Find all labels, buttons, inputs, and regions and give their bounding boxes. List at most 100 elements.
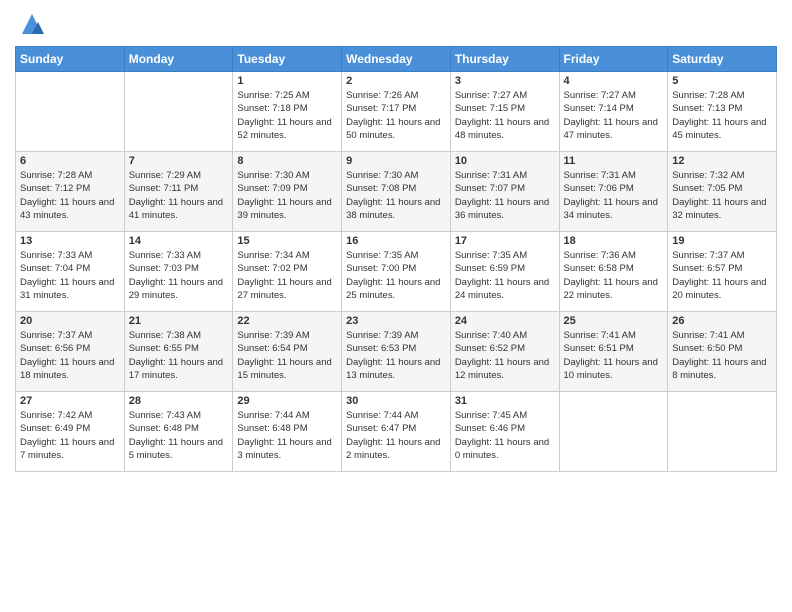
day-detail: Sunrise: 7:37 AMSunset: 6:56 PMDaylight:… xyxy=(20,329,120,382)
day-number: 20 xyxy=(20,315,120,327)
day-number: 5 xyxy=(672,75,772,87)
day-number: 15 xyxy=(237,235,337,247)
day-detail: Sunrise: 7:27 AMSunset: 7:14 PMDaylight:… xyxy=(564,89,664,142)
calendar-cell: 7 Sunrise: 7:29 AMSunset: 7:11 PMDaylight… xyxy=(124,152,233,232)
day-detail: Sunrise: 7:32 AMSunset: 7:05 PMDaylight:… xyxy=(672,169,772,222)
day-detail: Sunrise: 7:35 AMSunset: 6:59 PMDaylight:… xyxy=(455,249,555,302)
calendar-cell: 16 Sunrise: 7:35 AMSunset: 7:00 PMDayligh… xyxy=(342,232,451,312)
logo-icon xyxy=(18,10,46,38)
day-number: 14 xyxy=(129,235,229,247)
day-number: 18 xyxy=(564,235,664,247)
day-detail: Sunrise: 7:36 AMSunset: 6:58 PMDaylight:… xyxy=(564,249,664,302)
day-number: 10 xyxy=(455,155,555,167)
calendar-cell: 18 Sunrise: 7:36 AMSunset: 6:58 PMDayligh… xyxy=(559,232,668,312)
calendar-cell: 29 Sunrise: 7:44 AMSunset: 6:48 PMDayligh… xyxy=(233,392,342,472)
calendar-cell: 30 Sunrise: 7:44 AMSunset: 6:47 PMDayligh… xyxy=(342,392,451,472)
day-number: 24 xyxy=(455,315,555,327)
day-number: 9 xyxy=(346,155,446,167)
day-detail: Sunrise: 7:26 AMSunset: 7:17 PMDaylight:… xyxy=(346,89,446,142)
calendar-week-row: 27Sunrise: 7:42 AMSunset: 6:49 PMDayligh… xyxy=(16,392,777,472)
calendar-cell: 20 Sunrise: 7:37 AMSunset: 6:56 PMDayligh… xyxy=(16,312,125,392)
day-number: 25 xyxy=(564,315,664,327)
calendar-cell xyxy=(668,392,777,472)
day-number: 30 xyxy=(346,395,446,407)
day-detail: Sunrise: 7:35 AMSunset: 7:00 PMDaylight:… xyxy=(346,249,446,302)
day-of-week-header: Friday xyxy=(559,47,668,72)
calendar-cell: 28Sunrise: 7:43 AMSunset: 6:48 PMDayligh… xyxy=(124,392,233,472)
day-detail: Sunrise: 7:33 AMSunset: 7:03 PMDaylight:… xyxy=(129,249,229,302)
day-detail: Sunrise: 7:39 AMSunset: 6:54 PMDaylight:… xyxy=(237,329,337,382)
page: SundayMondayTuesdayWednesdayThursdayFrid… xyxy=(0,0,792,482)
day-of-week-header: Tuesday xyxy=(233,47,342,72)
day-detail: Sunrise: 7:43 AMSunset: 6:48 PMDaylight:… xyxy=(129,409,229,462)
calendar-week-row: 6Sunrise: 7:28 AMSunset: 7:12 PMDaylight… xyxy=(16,152,777,232)
day-number: 11 xyxy=(564,155,664,167)
calendar-cell xyxy=(124,72,233,152)
day-detail: Sunrise: 7:44 AMSunset: 6:48 PMDaylight:… xyxy=(237,409,337,462)
calendar-cell: 22 Sunrise: 7:39 AMSunset: 6:54 PMDayligh… xyxy=(233,312,342,392)
day-number: 4 xyxy=(564,75,664,87)
calendar-cell: 12 Sunrise: 7:32 AMSunset: 7:05 PMDayligh… xyxy=(668,152,777,232)
day-detail: Sunrise: 7:45 AMSunset: 6:46 PMDaylight:… xyxy=(455,409,555,462)
logo xyxy=(15,10,46,38)
calendar-week-row: 20 Sunrise: 7:37 AMSunset: 6:56 PMDayligh… xyxy=(16,312,777,392)
day-number: 23 xyxy=(346,315,446,327)
day-of-week-header: Thursday xyxy=(450,47,559,72)
day-detail: Sunrise: 7:38 AMSunset: 6:55 PMDaylight:… xyxy=(129,329,229,382)
calendar-cell: 5 Sunrise: 7:28 AMSunset: 7:13 PMDaylight… xyxy=(668,72,777,152)
calendar-cell: 6Sunrise: 7:28 AMSunset: 7:12 PMDaylight… xyxy=(16,152,125,232)
day-of-week-header: Monday xyxy=(124,47,233,72)
day-detail: Sunrise: 7:39 AMSunset: 6:53 PMDaylight:… xyxy=(346,329,446,382)
calendar-cell xyxy=(16,72,125,152)
calendar-cell: 1Sunrise: 7:25 AMSunset: 7:18 PMDaylight… xyxy=(233,72,342,152)
day-detail: Sunrise: 7:29 AMSunset: 7:11 PMDaylight:… xyxy=(129,169,229,222)
day-number: 12 xyxy=(672,155,772,167)
calendar-cell: 17 Sunrise: 7:35 AMSunset: 6:59 PMDayligh… xyxy=(450,232,559,312)
calendar-cell: 15Sunrise: 7:34 AMSunset: 7:02 PMDayligh… xyxy=(233,232,342,312)
day-detail: Sunrise: 7:41 AMSunset: 6:51 PMDaylight:… xyxy=(564,329,664,382)
calendar-cell: 8 Sunrise: 7:30 AMSunset: 7:09 PMDaylight… xyxy=(233,152,342,232)
header xyxy=(15,10,777,38)
calendar-cell: 4 Sunrise: 7:27 AMSunset: 7:14 PMDaylight… xyxy=(559,72,668,152)
day-detail: Sunrise: 7:30 AMSunset: 7:08 PMDaylight:… xyxy=(346,169,446,222)
day-detail: Sunrise: 7:31 AMSunset: 7:07 PMDaylight:… xyxy=(455,169,555,222)
day-number: 29 xyxy=(237,395,337,407)
day-number: 17 xyxy=(455,235,555,247)
day-detail: Sunrise: 7:37 AMSunset: 6:57 PMDaylight:… xyxy=(672,249,772,302)
day-number: 26 xyxy=(672,315,772,327)
day-number: 19 xyxy=(672,235,772,247)
calendar-week-row: 13 Sunrise: 7:33 AMSunset: 7:04 PMDayligh… xyxy=(16,232,777,312)
calendar-cell: 10 Sunrise: 7:31 AMSunset: 7:07 PMDayligh… xyxy=(450,152,559,232)
day-of-week-header: Wednesday xyxy=(342,47,451,72)
day-detail: Sunrise: 7:30 AMSunset: 7:09 PMDaylight:… xyxy=(237,169,337,222)
day-number: 7 xyxy=(129,155,229,167)
calendar-cell: 26Sunrise: 7:41 AMSunset: 6:50 PMDayligh… xyxy=(668,312,777,392)
calendar-cell: 2 Sunrise: 7:26 AMSunset: 7:17 PMDaylight… xyxy=(342,72,451,152)
day-number: 27 xyxy=(20,395,120,407)
calendar-cell: 3Sunrise: 7:27 AMSunset: 7:15 PMDaylight… xyxy=(450,72,559,152)
calendar-cell: 31 Sunrise: 7:45 AMSunset: 6:46 PMDayligh… xyxy=(450,392,559,472)
day-number: 16 xyxy=(346,235,446,247)
day-number: 22 xyxy=(237,315,337,327)
calendar-cell xyxy=(559,392,668,472)
day-detail: Sunrise: 7:28 AMSunset: 7:13 PMDaylight:… xyxy=(672,89,772,142)
day-number: 2 xyxy=(346,75,446,87)
day-number: 31 xyxy=(455,395,555,407)
day-number: 21 xyxy=(129,315,229,327)
day-number: 13 xyxy=(20,235,120,247)
day-detail: Sunrise: 7:40 AMSunset: 6:52 PMDaylight:… xyxy=(455,329,555,382)
calendar-cell: 13 Sunrise: 7:33 AMSunset: 7:04 PMDayligh… xyxy=(16,232,125,312)
calendar-cell: 9 Sunrise: 7:30 AMSunset: 7:08 PMDaylight… xyxy=(342,152,451,232)
calendar-cell: 23 Sunrise: 7:39 AMSunset: 6:53 PMDayligh… xyxy=(342,312,451,392)
calendar-week-row: 1Sunrise: 7:25 AMSunset: 7:18 PMDaylight… xyxy=(16,72,777,152)
calendar-cell: 11 Sunrise: 7:31 AMSunset: 7:06 PMDayligh… xyxy=(559,152,668,232)
calendar-cell: 25 Sunrise: 7:41 AMSunset: 6:51 PMDayligh… xyxy=(559,312,668,392)
day-number: 6 xyxy=(20,155,120,167)
day-number: 3 xyxy=(455,75,555,87)
day-detail: Sunrise: 7:44 AMSunset: 6:47 PMDaylight:… xyxy=(346,409,446,462)
day-of-week-header: Sunday xyxy=(16,47,125,72)
day-number: 8 xyxy=(237,155,337,167)
day-detail: Sunrise: 7:31 AMSunset: 7:06 PMDaylight:… xyxy=(564,169,664,222)
day-detail: Sunrise: 7:33 AMSunset: 7:04 PMDaylight:… xyxy=(20,249,120,302)
day-number: 1 xyxy=(237,75,337,87)
